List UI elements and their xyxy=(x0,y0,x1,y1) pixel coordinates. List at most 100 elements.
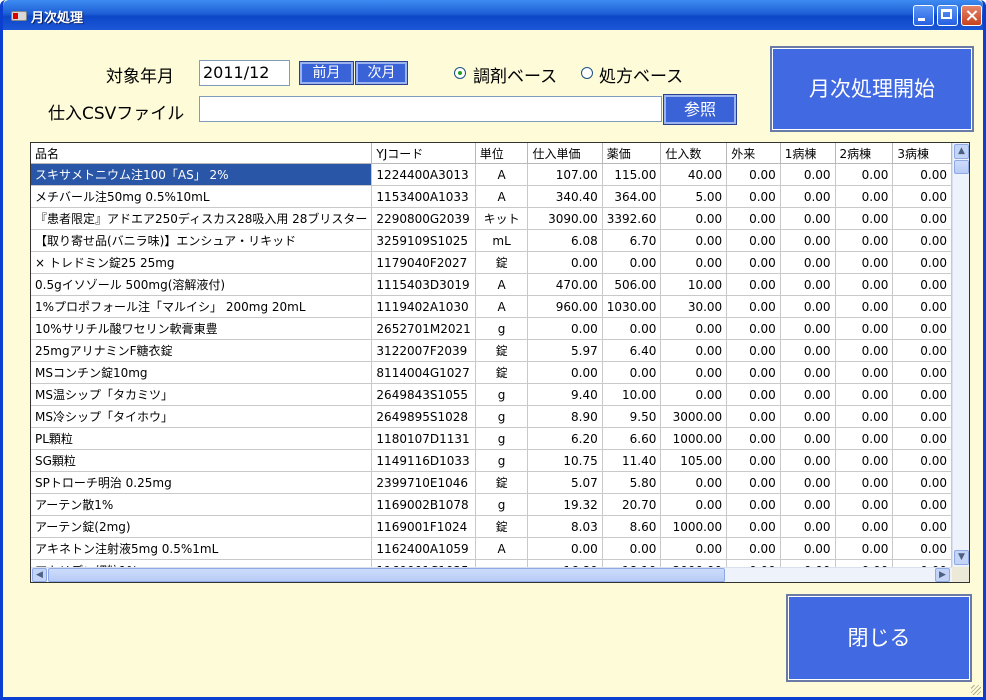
cell-outpatient[interactable]: 0.00 xyxy=(726,383,781,406)
cell-name[interactable]: 『患者限定』アドエア250ディスカス28吸入用 28ブリスター xyxy=(31,207,373,230)
cell-outpatient[interactable]: 0.00 xyxy=(726,251,781,274)
cell-ward-2[interactable]: 0.00 xyxy=(835,537,894,560)
cell-ward-2[interactable]: 0.00 xyxy=(835,449,894,472)
cell-yj-code[interactable]: 2290800G2039 xyxy=(371,207,476,230)
cell-unit[interactable]: A xyxy=(475,295,529,318)
table-row[interactable]: 『患者限定』アドエア250ディスカス28吸入用 28ブリスター 2290800G2… xyxy=(31,207,952,230)
cell-outpatient[interactable]: 0.00 xyxy=(726,559,781,567)
cell-purchase-price[interactable]: 10.75 xyxy=(527,449,603,472)
cell-unit[interactable]: 錠 xyxy=(475,251,529,274)
cell-outpatient[interactable]: 0.00 xyxy=(726,515,781,538)
cell-drug-price[interactable]: 10.00 xyxy=(602,383,662,406)
cell-ward-3[interactable]: 0.00 xyxy=(892,427,952,450)
close-window-button[interactable] xyxy=(961,5,982,26)
cell-outpatient[interactable]: 0.00 xyxy=(726,295,781,318)
cell-ward-1[interactable]: 0.00 xyxy=(780,229,836,252)
cell-ward-2[interactable]: 0.00 xyxy=(835,273,894,296)
cell-ward-2[interactable]: 0.00 xyxy=(835,559,894,567)
col-header-outpatient[interactable]: 外来 xyxy=(726,143,781,164)
cell-ward-2[interactable]: 0.00 xyxy=(835,251,894,274)
cell-purchase-price[interactable]: 0.00 xyxy=(527,251,603,274)
cell-unit[interactable]: mL xyxy=(475,229,529,252)
cell-ward-2[interactable]: 0.00 xyxy=(835,295,894,318)
cell-ward-1[interactable]: 0.00 xyxy=(780,427,836,450)
cell-purchase-price[interactable]: 8.90 xyxy=(527,405,603,428)
cell-yj-code[interactable]: 2649843S1055 xyxy=(371,383,476,406)
table-row[interactable]: アーテン散1% 1169002B1078 g 19.32 20.70 0.00 0.00 0.… xyxy=(31,493,952,516)
cell-unit[interactable]: g xyxy=(475,559,529,567)
horizontal-scroll-thumb[interactable] xyxy=(48,568,725,582)
cell-ward-2[interactable]: 0.00 xyxy=(835,361,894,384)
col-header-purchase-qty[interactable]: 仕入数 xyxy=(660,143,728,164)
cell-name[interactable]: アキリデン細粒1% xyxy=(31,559,373,567)
cell-unit[interactable]: g xyxy=(475,317,529,340)
col-header-ward-2[interactable]: 2病棟 xyxy=(835,143,894,164)
table-row[interactable]: 1%プロポフォール注「マルイシ」 200mg 20mL 1119402A1030 A… xyxy=(31,295,952,318)
cell-yj-code[interactable]: 1115403D3019 xyxy=(371,273,476,296)
cell-unit[interactable]: g xyxy=(475,493,529,516)
cell-ward-1[interactable]: 0.00 xyxy=(780,273,836,296)
cell-outpatient[interactable]: 0.00 xyxy=(726,427,781,450)
minimize-button[interactable] xyxy=(913,5,934,26)
cell-outpatient[interactable]: 0.00 xyxy=(726,317,781,340)
cell-purchase-qty[interactable]: 2000.00 xyxy=(660,559,728,567)
cell-purchase-qty[interactable]: 0.00 xyxy=(660,493,728,516)
cell-drug-price[interactable]: 6.40 xyxy=(602,339,662,362)
cell-name[interactable]: アーテン錠(2mg) xyxy=(31,515,373,538)
col-header-drug-price[interactable]: 薬価 xyxy=(602,143,662,164)
cell-ward-1[interactable]: 0.00 xyxy=(780,405,836,428)
cell-purchase-price[interactable]: 0.00 xyxy=(527,317,603,340)
cell-ward-1[interactable]: 0.00 xyxy=(780,493,836,516)
cell-yj-code[interactable]: 2652701M2021 xyxy=(371,317,476,340)
cell-name[interactable]: SPトローチ明治 0.25mg xyxy=(31,471,373,494)
cell-outpatient[interactable]: 0.00 xyxy=(726,229,781,252)
cell-purchase-qty[interactable]: 0.00 xyxy=(660,229,728,252)
cell-drug-price[interactable]: 1030.00 xyxy=(602,295,662,318)
cell-yj-code[interactable]: 1169001F1024 xyxy=(371,515,476,538)
cell-purchase-price[interactable]: 0.00 xyxy=(527,537,603,560)
col-header-name[interactable]: 品名 xyxy=(31,143,373,164)
cell-ward-3[interactable]: 0.00 xyxy=(892,273,952,296)
cell-drug-price[interactable]: 18.10 xyxy=(602,559,662,567)
cell-purchase-price[interactable]: 107.00 xyxy=(527,163,603,186)
cell-ward-2[interactable]: 0.00 xyxy=(835,163,894,186)
cell-purchase-price[interactable]: 19.32 xyxy=(527,493,603,516)
cell-yj-code[interactable]: 1149116D1033 xyxy=(371,449,476,472)
cell-drug-price[interactable]: 5.80 xyxy=(602,471,662,494)
cell-ward-3[interactable]: 0.00 xyxy=(892,493,952,516)
cell-ward-1[interactable]: 0.00 xyxy=(780,383,836,406)
cell-purchase-qty[interactable]: 0.00 xyxy=(660,361,728,384)
cell-ward-2[interactable]: 0.00 xyxy=(835,207,894,230)
cell-unit[interactable]: 錠 xyxy=(475,515,529,538)
cell-yj-code[interactable]: 2399710E1046 xyxy=(371,471,476,494)
cell-ward-3[interactable]: 0.00 xyxy=(892,383,952,406)
cell-yj-code[interactable]: 1119402A1030 xyxy=(371,295,476,318)
cell-yj-code[interactable]: 1162400A1059 xyxy=(371,537,476,560)
cell-unit[interactable]: A xyxy=(475,537,529,560)
cell-outpatient[interactable]: 0.00 xyxy=(726,493,781,516)
table-row[interactable]: PL顆粒 1180107D1131 g 6.20 6.60 1000.00 0.00 0.00… xyxy=(31,427,952,450)
cell-ward-3[interactable]: 0.00 xyxy=(892,185,952,208)
cell-yj-code[interactable]: 3259109S1025 xyxy=(371,229,476,252)
cell-ward-1[interactable]: 0.00 xyxy=(780,339,836,362)
scroll-down-arrow-icon[interactable]: ▼ xyxy=(954,550,969,565)
cell-ward-2[interactable]: 0.00 xyxy=(835,229,894,252)
cell-purchase-qty[interactable]: 0.00 xyxy=(660,207,728,230)
cell-outpatient[interactable]: 0.00 xyxy=(726,163,781,186)
cell-drug-price[interactable]: 8.60 xyxy=(602,515,662,538)
cell-purchase-qty[interactable]: 0.00 xyxy=(660,537,728,560)
cell-ward-1[interactable]: 0.00 xyxy=(780,317,836,340)
prescription-base-radio[interactable] xyxy=(581,67,593,79)
cell-ward-3[interactable]: 0.00 xyxy=(892,229,952,252)
browse-button[interactable]: 参照 xyxy=(664,95,736,124)
maximize-button[interactable] xyxy=(937,5,958,26)
cell-name[interactable]: アキネトン注射液5mg 0.5%1mL xyxy=(31,537,373,560)
table-row[interactable]: 25mgアリナミンF糖衣錠 3122007F2039 錠 5.97 6.40 0.00 0.… xyxy=(31,339,952,362)
cell-yj-code[interactable]: 1224400A3013 xyxy=(371,163,476,186)
cell-purchase-qty[interactable]: 30.00 xyxy=(660,295,728,318)
cell-yj-code[interactable]: 1153400A1033 xyxy=(371,185,476,208)
cell-ward-3[interactable]: 0.00 xyxy=(892,471,952,494)
cell-name[interactable]: 25mgアリナミンF糖衣錠 xyxy=(31,339,373,362)
cell-ward-2[interactable]: 0.00 xyxy=(835,471,894,494)
cell-purchase-qty[interactable]: 0.00 xyxy=(660,317,728,340)
